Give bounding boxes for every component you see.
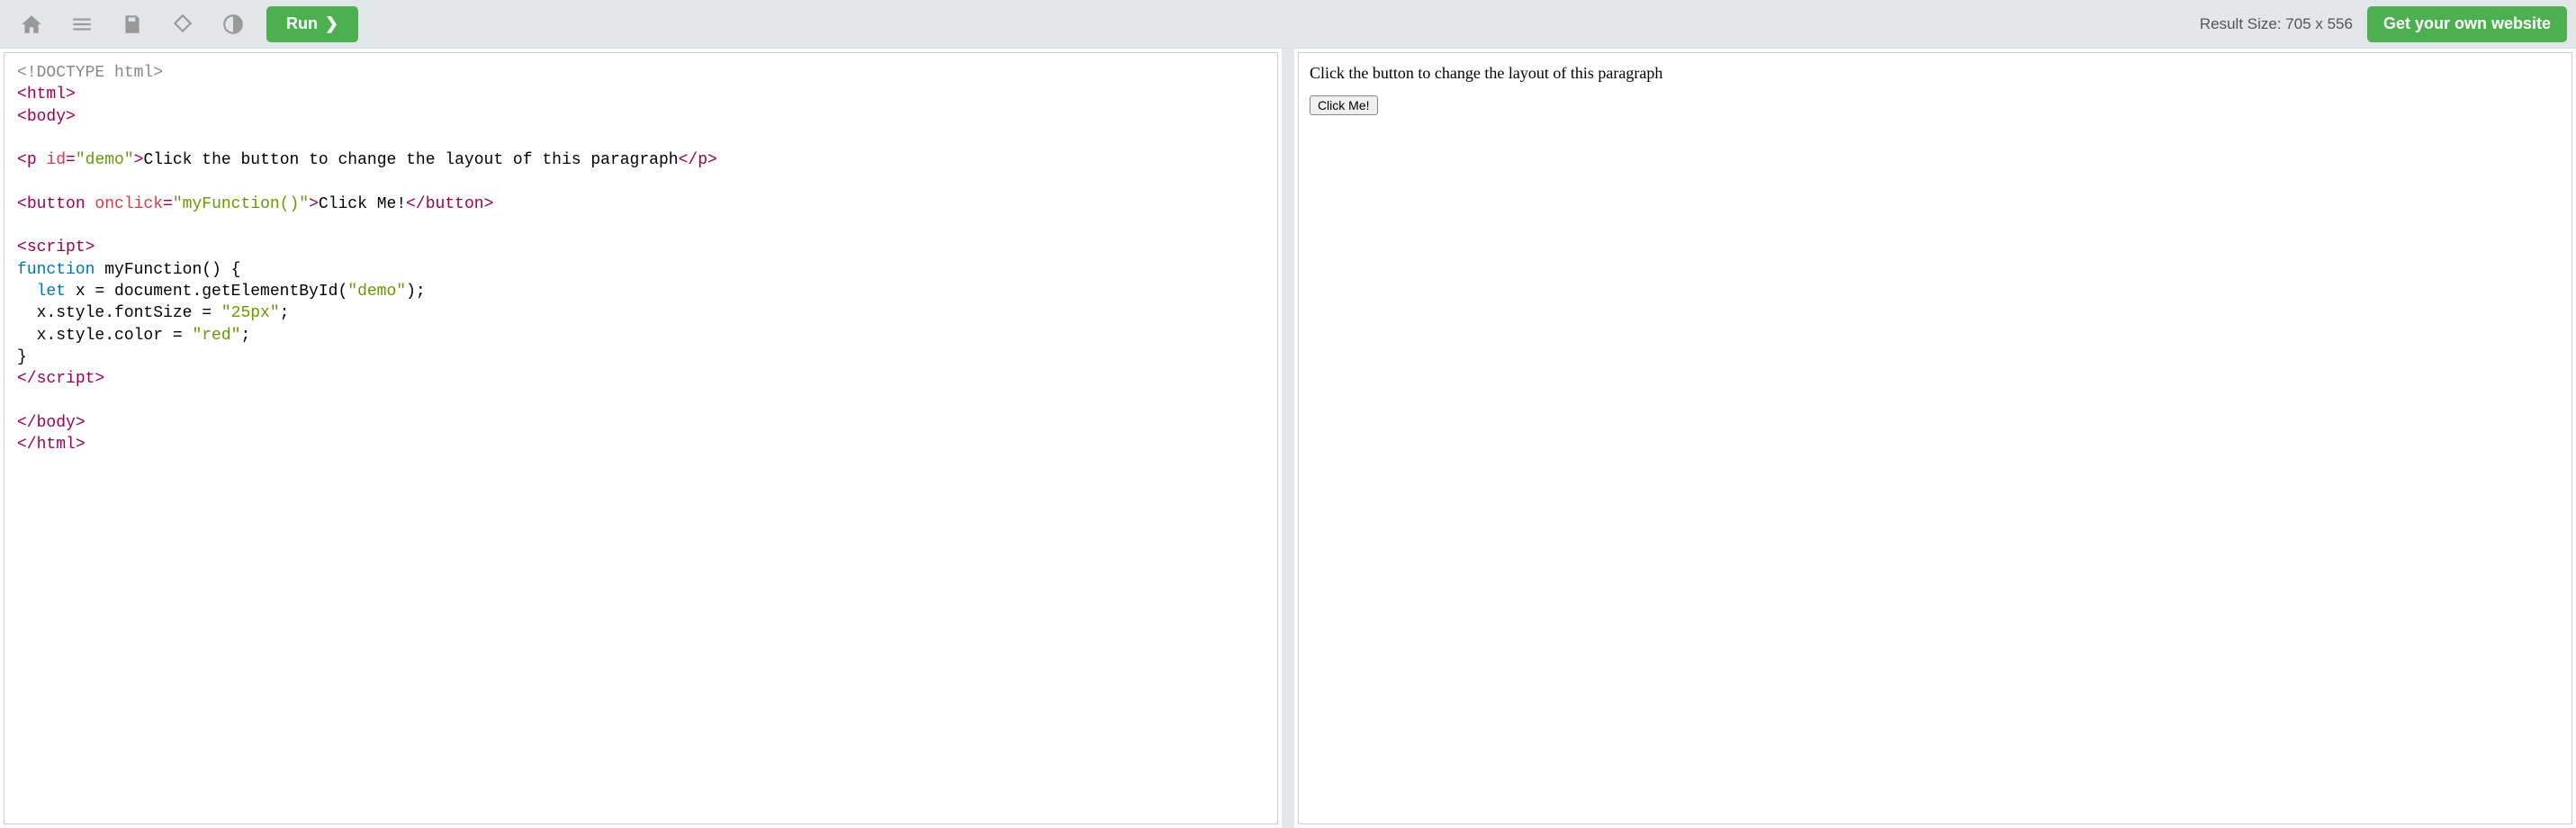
code-token: id xyxy=(37,151,66,169)
code-token: Click the button to change the layout of… xyxy=(143,151,678,169)
main: <!DOCTYPE html> <html> <body> <p id="dem… xyxy=(0,49,2576,828)
code-token: html xyxy=(37,436,76,454)
code-token: } xyxy=(17,348,27,366)
code-token: > xyxy=(707,151,717,169)
code-token: ; xyxy=(280,304,290,322)
code-token: </ xyxy=(17,436,37,454)
save-icon[interactable] xyxy=(110,4,155,44)
code-token: "myFunction()" xyxy=(173,195,309,213)
code-token: "demo" xyxy=(347,283,406,301)
code-token: = xyxy=(66,151,76,169)
toolbar: Run ❯ Result Size: 705 x 556 Get your ow… xyxy=(0,0,2576,49)
get-website-button[interactable]: Get your own website xyxy=(2367,6,2567,42)
chevron-right-icon: ❯ xyxy=(325,14,338,33)
code-token: < xyxy=(17,86,27,104)
code-token: let xyxy=(37,283,66,301)
result-pane: Click the button to change the layout of… xyxy=(1298,52,2572,824)
code-token: > xyxy=(484,195,494,213)
code-token: x = document.getElementById( xyxy=(66,283,347,301)
menu-icon[interactable] xyxy=(59,4,104,44)
code-token: html xyxy=(27,86,66,104)
code-token: > xyxy=(76,436,86,454)
code-token: </ xyxy=(679,151,698,169)
code-token: p xyxy=(27,151,37,169)
code-token: </ xyxy=(17,370,37,388)
code-token: script xyxy=(27,238,86,256)
result-click-me-button[interactable]: Click Me! xyxy=(1310,95,1378,115)
code-token: "demo" xyxy=(76,151,134,169)
rotate-icon[interactable] xyxy=(160,4,205,44)
code-token: function xyxy=(17,261,95,279)
code-token: x.style.color = xyxy=(17,327,192,345)
code-token: = xyxy=(163,195,173,213)
code-token: p xyxy=(698,151,707,169)
code-token: onclick xyxy=(86,195,163,213)
code-token: > xyxy=(86,238,95,256)
code-token: button xyxy=(426,195,484,213)
code-token: > xyxy=(134,151,144,169)
code-token: ; xyxy=(240,327,250,345)
code-token: > xyxy=(76,414,86,432)
code-token: Click Me! xyxy=(319,195,406,213)
code-token: < xyxy=(17,195,27,213)
code-token: </ xyxy=(406,195,426,213)
run-label: Run xyxy=(286,14,318,33)
code-token: body xyxy=(27,108,66,126)
code-token: script xyxy=(37,370,95,388)
code-token: <!DOCTYPE html> xyxy=(17,64,163,82)
home-icon[interactable] xyxy=(9,4,54,44)
code-token: < xyxy=(17,238,27,256)
splitter[interactable] xyxy=(1282,49,1294,828)
code-token: < xyxy=(17,151,27,169)
code-token: body xyxy=(37,414,76,432)
code-token: "25px" xyxy=(221,304,280,322)
code-token: > xyxy=(66,108,76,126)
result-size-label: Result Size: 705 x 556 xyxy=(2200,15,2353,33)
code-token xyxy=(17,283,37,301)
code-token: myFunction() { xyxy=(95,261,240,279)
code-token: </ xyxy=(17,414,37,432)
code-editor[interactable]: <!DOCTYPE html> <html> <body> <p id="dem… xyxy=(4,52,1278,824)
code-token: > xyxy=(66,86,76,104)
code-token: button xyxy=(27,195,86,213)
theme-icon[interactable] xyxy=(211,4,256,44)
run-button[interactable]: Run ❯ xyxy=(266,6,358,42)
code-token: ); xyxy=(406,283,426,301)
result-paragraph: Click the button to change the layout of… xyxy=(1310,64,2561,83)
code-token: > xyxy=(309,195,319,213)
code-token: < xyxy=(17,108,27,126)
code-token: > xyxy=(95,370,104,388)
code-token: x.style.fontSize = xyxy=(17,304,221,322)
code-token: "red" xyxy=(192,327,240,345)
